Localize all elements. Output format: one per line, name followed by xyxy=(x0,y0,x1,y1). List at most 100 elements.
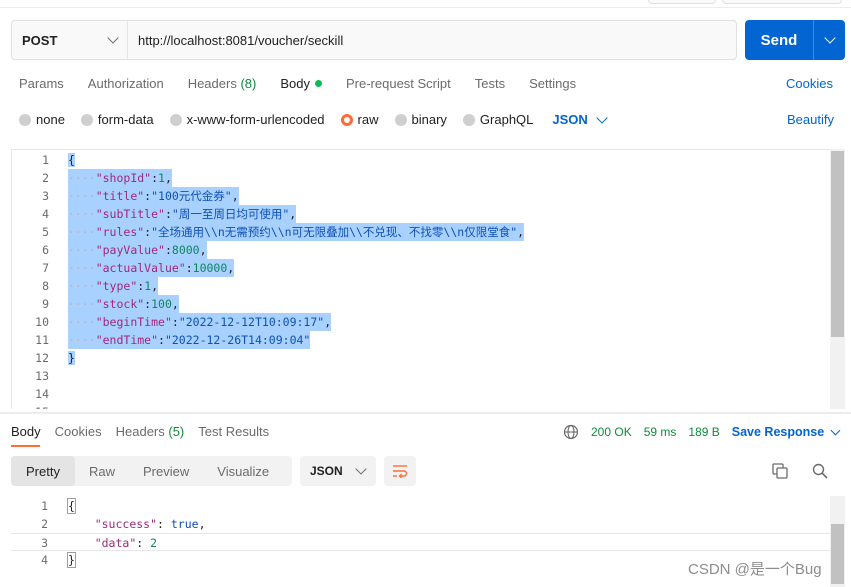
json-key: "data" xyxy=(94,536,137,550)
url-input[interactable]: http://localhost:8081/voucher/seckill xyxy=(128,33,343,48)
top-button[interactable] xyxy=(722,0,842,4)
code-line: 12} xyxy=(12,349,832,367)
radio-label: x-www-form-urlencoded xyxy=(186,112,325,127)
code-line: 7 ····"actualValue":10000, xyxy=(12,259,832,277)
line-number: 5 xyxy=(42,225,49,239)
code-line: 15 xyxy=(12,403,832,409)
view-preview-button[interactable]: Preview xyxy=(129,456,203,486)
top-button[interactable] xyxy=(648,0,716,4)
chevron-down-icon xyxy=(596,111,608,124)
code-brace: { xyxy=(68,153,75,167)
top-strip xyxy=(0,0,851,8)
chevron-down-icon xyxy=(823,32,836,44)
line-number: 3 xyxy=(42,189,49,203)
tab-body-label: Body xyxy=(280,76,310,91)
code-brace: } xyxy=(68,351,75,365)
json-key: "title" xyxy=(95,189,145,203)
globe-icon[interactable] xyxy=(563,424,579,440)
wrap-lines-button[interactable] xyxy=(384,456,416,486)
radio-binary[interactable]: binary xyxy=(394,112,447,127)
tab-pre-request-script[interactable]: Pre-request Script xyxy=(346,76,451,92)
tab-body[interactable]: Body xyxy=(280,76,322,92)
beautify-button[interactable]: Beautify xyxy=(787,112,834,127)
code-line: 11 ····"endTime":"2022-12-26T14:09:04" xyxy=(12,331,832,349)
response-code-line: 2 "success": true, xyxy=(11,515,833,533)
radio-graphql[interactable]: GraphQL xyxy=(462,112,534,127)
method-select[interactable]: POST xyxy=(12,21,128,59)
radio-icon xyxy=(19,113,31,126)
line-number: 9 xyxy=(42,297,49,311)
radio-raw[interactable]: raw xyxy=(340,112,379,127)
line-number: 13 xyxy=(35,369,49,383)
save-response-button[interactable]: Save Response xyxy=(731,425,841,439)
json-value: 2 xyxy=(150,536,158,550)
response-tab-test-results[interactable]: Test Results xyxy=(198,424,269,439)
code-line: 4 ····"subTitle":"周一至周日均可使用", xyxy=(12,205,832,223)
code-line: 1{ xyxy=(12,151,832,169)
tab-headers-label: Headers xyxy=(187,76,237,91)
view-raw-button[interactable]: Raw xyxy=(75,456,129,486)
line-number: 4 xyxy=(41,553,48,567)
body-format-select[interactable]: JSON xyxy=(552,111,608,127)
tab-params[interactable]: Params xyxy=(19,76,64,92)
code-line: 9 ····"stock":100, xyxy=(12,295,832,313)
tab-authorization[interactable]: Authorization xyxy=(88,76,164,92)
json-key: "rules" xyxy=(95,225,145,239)
json-key: "type" xyxy=(95,279,138,293)
code-line: 2 ····"shopId":1, xyxy=(12,169,832,187)
response-time[interactable]: 59 ms xyxy=(644,425,677,439)
save-response-label: Save Response xyxy=(731,425,825,439)
request-tabs: Params Authorization Headers (8) Body Pr… xyxy=(19,76,600,92)
send-button[interactable]: Send xyxy=(745,20,845,60)
scrollbar-thumb[interactable] xyxy=(831,151,844,337)
code-line: 6 ····"payValue":8000, xyxy=(12,241,832,259)
line-number: 1 xyxy=(42,153,49,167)
json-key: "beginTime" xyxy=(95,315,172,329)
code-line: 5 ····"rules":"全场通用\\n无需预约\\n可无限叠加\\不兑现、不… xyxy=(12,223,832,241)
scrollbar-thumb[interactable] xyxy=(831,524,844,584)
response-format-select[interactable]: JSON xyxy=(300,456,376,486)
radio-form-data[interactable]: form-data xyxy=(80,112,154,127)
code-line: 14 xyxy=(12,385,832,403)
radio-label: raw xyxy=(357,112,379,127)
json-key: "stock" xyxy=(95,297,145,311)
view-pretty-button[interactable]: Pretty xyxy=(11,456,75,486)
url-bar: POST http://localhost:8081/voucher/secki… xyxy=(11,20,737,60)
request-body-editor[interactable]: 1{ 2 ····"shopId":1, 3 ····"title":"100元代金… xyxy=(11,149,845,409)
radio-selected-icon xyxy=(340,113,353,126)
status-code[interactable]: 200 OK xyxy=(591,425,632,439)
line-number: 6 xyxy=(42,243,49,257)
body-type-options: none form-data x-www-form-urlencoded raw… xyxy=(19,111,608,127)
send-options-button[interactable] xyxy=(814,32,845,44)
line-number: 8 xyxy=(42,279,49,293)
response-view-mode: Pretty Raw Preview Visualize xyxy=(11,456,292,486)
response-code-line: 1{ xyxy=(11,497,833,515)
line-number: 4 xyxy=(42,207,49,221)
radio-none[interactable]: none xyxy=(19,112,65,127)
response-tab-cookies[interactable]: Cookies xyxy=(55,424,102,439)
active-tab-underline xyxy=(11,445,40,447)
copy-icon[interactable] xyxy=(771,462,789,480)
response-tab-headers[interactable]: Headers (5) xyxy=(116,424,185,439)
radio-label: GraphQL xyxy=(479,112,534,127)
tab-settings[interactable]: Settings xyxy=(529,76,576,92)
line-number: 15 xyxy=(12,403,49,409)
editor-scrollbar[interactable] xyxy=(830,149,845,409)
send-label: Send xyxy=(760,31,798,49)
line-number: 10 xyxy=(35,315,49,329)
json-key: "actualValue" xyxy=(95,261,186,275)
cookies-link[interactable]: Cookies xyxy=(786,76,833,91)
radio-urlencoded[interactable]: x-www-form-urlencoded xyxy=(169,112,325,127)
response-tabs: Body Cookies Headers (5) Test Results xyxy=(11,424,283,439)
json-key: "success" xyxy=(94,517,158,531)
search-icon[interactable] xyxy=(811,462,829,480)
wrap-lines-icon xyxy=(393,465,408,478)
response-size[interactable]: 189 B xyxy=(688,425,719,439)
radio-icon xyxy=(80,113,93,126)
tab-tests[interactable]: Tests xyxy=(475,76,505,92)
response-tab-body[interactable]: Body xyxy=(11,424,41,439)
response-scrollbar[interactable] xyxy=(830,496,845,587)
view-visualize-button[interactable]: Visualize xyxy=(203,456,283,486)
tab-headers[interactable]: Headers (8) xyxy=(188,76,257,92)
pane-divider[interactable] xyxy=(0,412,851,414)
